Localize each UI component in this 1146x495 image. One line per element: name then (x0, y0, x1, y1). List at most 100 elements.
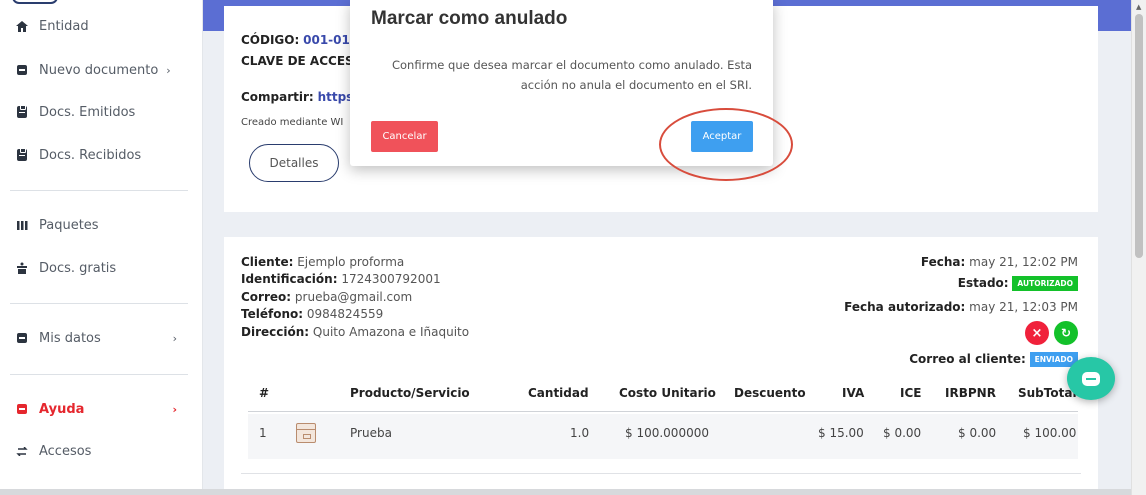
chevron-right-icon: › (172, 331, 177, 345)
direccion-value: Quito Amazona e Iñaquito (312, 325, 470, 339)
details-button[interactable]: Detalles (249, 144, 339, 182)
sidebar-item-ayuda[interactable]: Ayuda › (0, 394, 203, 424)
column-header: IRBPNR (945, 386, 996, 400)
estado-label: Estado: (957, 276, 1009, 290)
plus-square-icon (12, 404, 32, 414)
sidebar-item-label: Nuevo documento (39, 62, 159, 78)
created-via-text: Creado mediante WI (241, 117, 344, 128)
identificacion-value: 1724300792001 (341, 272, 441, 286)
fecha-autorizado-label: Fecha autorizado: (844, 300, 966, 314)
exchange-icon (12, 446, 32, 456)
sidebar-item-entidad[interactable]: Entidad (0, 11, 203, 41)
scroll-thumb[interactable] (1135, 14, 1143, 258)
column-header: SubTotal (1018, 386, 1077, 400)
dialog-title: Marcar como anulado (371, 8, 568, 29)
document-detail-card: Cliente: Ejemplo proforma Identificación… (224, 237, 1098, 495)
subtotal-value: $ 100.00 (1023, 426, 1077, 440)
sidebar-item-docs-recibidos[interactable]: Docs. Recibidos (0, 140, 203, 170)
sidebar-item-label: Mis datos (39, 330, 101, 346)
clave-label: CLAVE DE ACCES (241, 54, 354, 68)
estado-line: Estado: AUTORIZADO (958, 276, 1078, 291)
sidebar-item-paquetes[interactable]: Paquetes (0, 210, 203, 240)
correo-value: prueba@gmail.com (294, 290, 413, 304)
sidebar-item-accesos[interactable]: Accesos (0, 436, 203, 466)
cliente-value: Ejemplo proforma (297, 255, 405, 269)
sidebar-item-nuevo-documento[interactable]: Nuevo documento › (0, 55, 203, 85)
status-badge: AUTORIZADO (1012, 276, 1078, 291)
sidebar-item-label: Paquetes (39, 217, 99, 233)
sidebar-item-label: Accesos (39, 443, 92, 459)
sidebar-item-docs-emitidos[interactable]: Docs. Emitidos (0, 97, 203, 127)
refresh-button[interactable]: ↻ (1054, 321, 1078, 345)
column-header: # (259, 386, 270, 400)
sidebar-divider (10, 303, 188, 304)
fecha-value: may 21, 12:02 PM (969, 255, 1078, 269)
column-header: Producto/Servicio (350, 386, 470, 400)
correo-cliente-label: Correo al cliente: (909, 352, 1026, 366)
fecha-label: Fecha: (920, 255, 966, 269)
fecha-line: Fecha: may 21, 12:02 PM (921, 255, 1078, 269)
fecha-autorizado-value: may 21, 12:03 PM (969, 300, 1078, 314)
direccion-label: Dirección: (241, 325, 310, 339)
codigo-label: CÓDIGO: (241, 33, 300, 47)
column-header: Descuento (734, 386, 806, 400)
compartir-label: Compartir: (241, 90, 314, 104)
iva-value: $ 15.00 (818, 426, 864, 440)
sidebar-item-label: Docs. Recibidos (39, 147, 142, 163)
sidebar-item-label: Docs. gratis (39, 260, 117, 276)
row-number: 1 (259, 426, 267, 440)
home-icon (12, 20, 32, 32)
cliente-label: Cliente: (241, 255, 294, 269)
sidebar-item-docs-gratis[interactable]: Docs. gratis (0, 253, 203, 283)
correo-cliente-line: Correo al cliente: ENVIADO (909, 352, 1078, 367)
sidebar-divider (10, 374, 188, 375)
sidebar-top-button[interactable] (12, 0, 58, 4)
table-divider (241, 473, 1081, 474)
column-header: Costo Unitario (619, 386, 716, 400)
cancel-button[interactable]: Cancelar (371, 121, 438, 152)
horizontal-scrollbar[interactable] (0, 489, 1131, 495)
close-icon: × (1031, 325, 1043, 341)
sidebar-item-label: Entidad (39, 18, 89, 34)
column-header: ICE (900, 386, 922, 400)
compartir-line: Compartir: https:/ (241, 90, 363, 104)
chat-button[interactable] (1067, 357, 1115, 400)
clipboard-icon (12, 148, 32, 161)
page-scrollbar[interactable]: ▲ (1131, 0, 1146, 495)
table-header: # Producto/Servicio Cantidad Costo Unita… (248, 386, 1078, 412)
sidebar-item-label: Docs. Emitidos (39, 104, 136, 120)
telefono-label: Teléfono: (241, 307, 304, 321)
direccion-line: Dirección: Quito Amazona e Iñaquito (241, 325, 469, 339)
column-header: IVA (842, 386, 865, 400)
refresh-icon: ↻ (1060, 326, 1072, 340)
gift-icon (12, 262, 32, 274)
highlight-annotation (659, 108, 793, 181)
bars-icon (12, 220, 32, 230)
ice-value: $ 0.00 (883, 426, 922, 440)
scroll-up-arrow-icon[interactable]: ▲ (1136, 3, 1141, 11)
chevron-right-icon: › (166, 63, 171, 77)
dialog-message: Confirme que desea marcar el documento c… (391, 58, 752, 92)
identificacion-line: Identificación: 1724300792001 (241, 272, 441, 286)
sidebar-divider (10, 190, 188, 191)
identificacion-label: Identificación: (241, 272, 338, 286)
quantity: 1.0 (570, 426, 590, 440)
plus-square-icon (12, 65, 32, 75)
chevron-right-icon: › (172, 402, 177, 416)
plus-square-icon (12, 333, 32, 343)
sidebar-item-mis-datos[interactable]: Mis datos › (0, 323, 203, 353)
correo-label: Correo: (241, 290, 292, 304)
irbpnr-value: $ 0.00 (958, 426, 997, 440)
column-header: Cantidad (528, 386, 589, 400)
codigo-line: CÓDIGO: 001-010- (241, 33, 363, 47)
telefono-line: Teléfono: 0984824559 (241, 307, 383, 321)
fecha-autorizado-line: Fecha autorizado: may 21, 12:03 PM (844, 300, 1078, 314)
sidebar: Entidad Nuevo documento › Docs. Emitidos… (0, 0, 203, 495)
cancel-document-button[interactable]: × (1025, 321, 1049, 345)
product-name: Prueba (350, 426, 392, 440)
correo-line: Correo: prueba@gmail.com (241, 290, 412, 304)
unit-cost: $ 100.000000 (625, 426, 709, 440)
chat-icon (1082, 371, 1100, 386)
clipboard-icon (12, 105, 32, 118)
table-row: 1 Prueba 1.0 $ 100.000000 $ 15.00 $ 0.00… (248, 414, 1078, 459)
